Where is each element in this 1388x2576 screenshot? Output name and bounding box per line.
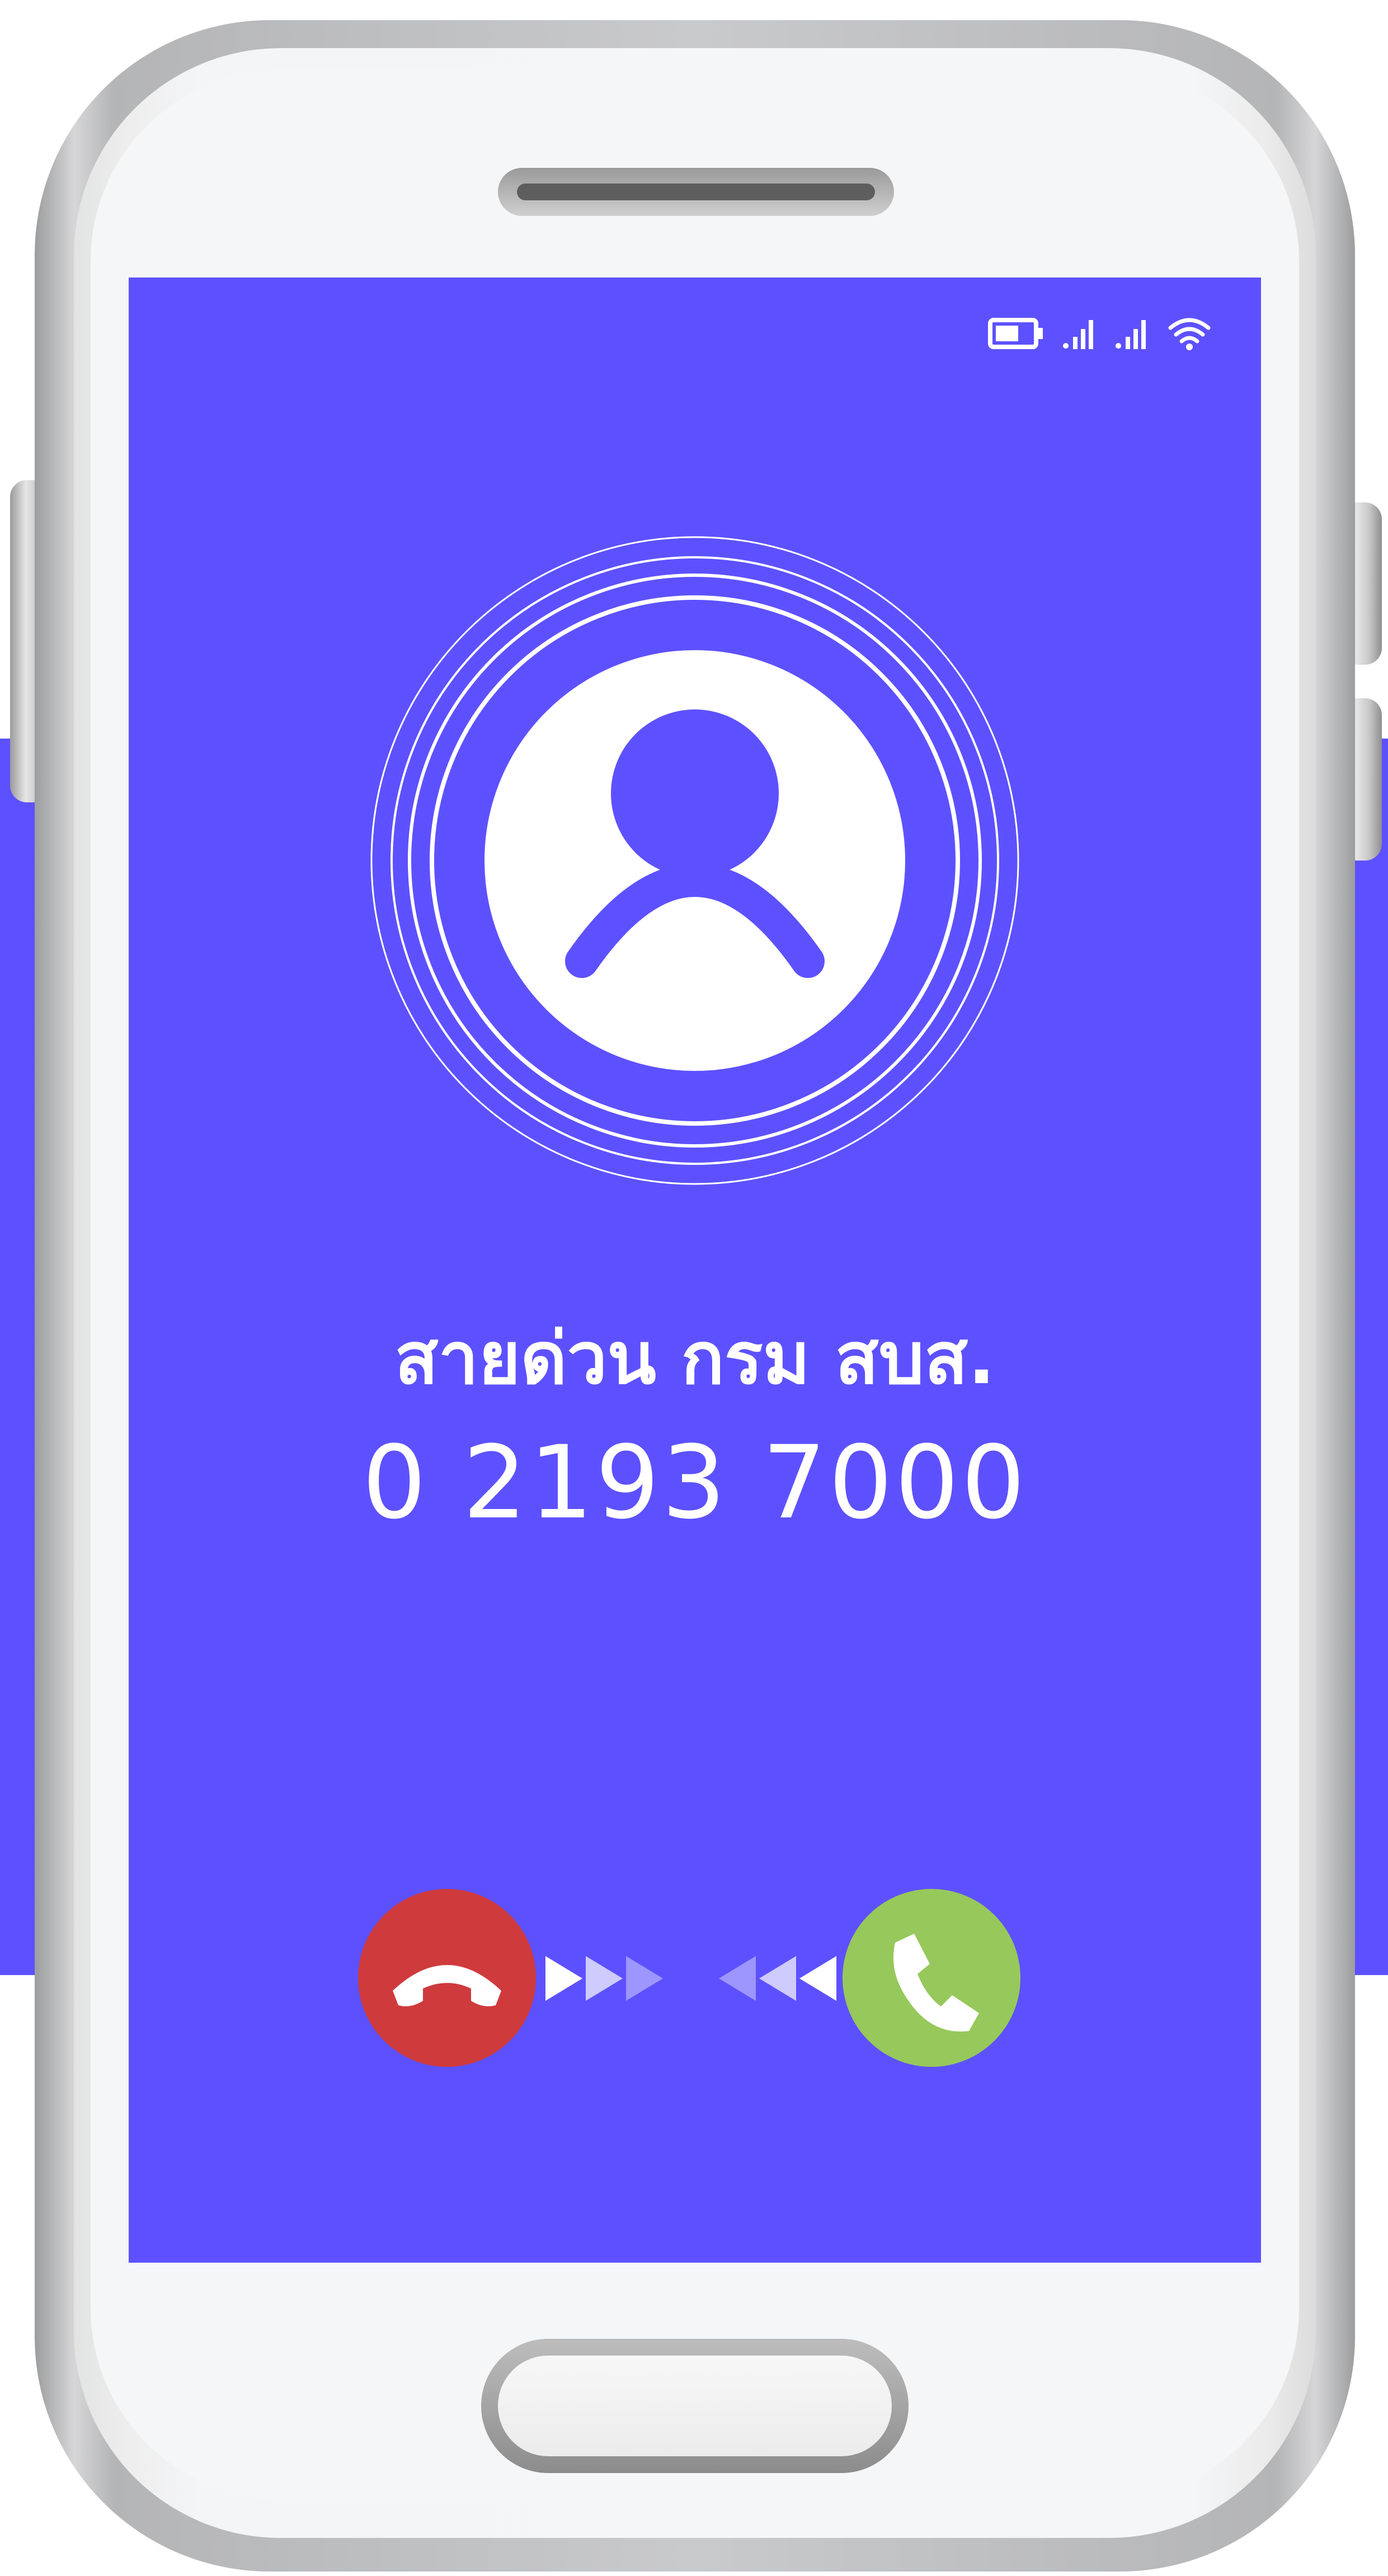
wifi-icon (1168, 318, 1211, 350)
accept-call-button[interactable] (843, 1889, 1020, 2067)
decline-call-button[interactable] (358, 1889, 536, 2067)
cellular-signal-icon (1116, 320, 1146, 349)
cellular-signal-icon (1063, 320, 1093, 349)
swipe-right-arrows (545, 1956, 663, 2001)
phone-answer-icon (893, 1934, 979, 2032)
status-bar (988, 317, 1211, 350)
phone-hangup-icon (393, 1965, 501, 2006)
call-actions (129, 1889, 1261, 2068)
earpiece-speaker (498, 168, 894, 216)
home-button[interactable] (481, 2339, 909, 2473)
battery-icon (988, 318, 1043, 349)
swipe-left-arrows (719, 1956, 836, 2001)
caller-avatar (365, 530, 1025, 1191)
caller-name: สายด่วน กรม สบส. (394, 1317, 995, 1400)
incoming-call-screen: สายด่วน กรม สบส. 0 2193 7000 (129, 278, 1261, 2263)
caller-number: 0 2193 7000 (362, 1425, 1028, 1541)
